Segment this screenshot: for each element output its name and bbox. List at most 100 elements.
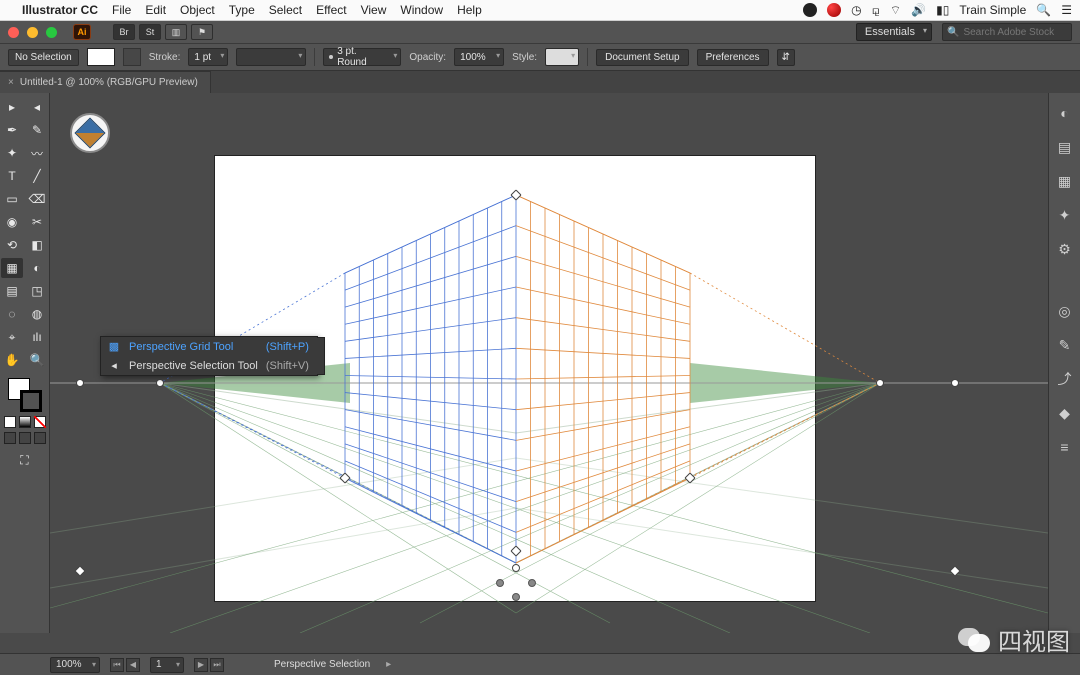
canvas[interactable]: ▩ Perspective Grid Tool (Shift+P) ◂ Pers… <box>50 93 1048 633</box>
window-minimize-icon[interactable] <box>27 27 38 38</box>
workspace-switcher[interactable]: Essentials <box>856 23 932 41</box>
stock-button[interactable]: St <box>139 24 161 40</box>
gpu-toggle-button[interactable]: ⚑ <box>191 24 213 40</box>
draw-inside[interactable] <box>34 432 46 444</box>
tool-button[interactable]: ◉ <box>1 212 23 232</box>
preferences-button[interactable]: Preferences <box>697 49 769 66</box>
ground-handle-left[interactable] <box>74 565 85 576</box>
arrange-documents-button[interactable]: ▥ <box>165 24 187 40</box>
document-tab[interactable]: × Untitled-1 @ 100% (RGB/GPU Preview) <box>0 71 211 93</box>
artboard-prev-button[interactable]: ◀ <box>126 658 140 672</box>
tool-button[interactable]: ✒ <box>1 120 23 140</box>
close-tab-icon[interactable]: × <box>8 77 14 88</box>
fill-menu[interactable] <box>123 48 141 66</box>
status-menu-icon[interactable]: ▸ <box>386 659 391 670</box>
document-setup-button[interactable]: Document Setup <box>596 49 689 66</box>
clock-icon[interactable]: ◷ <box>851 3 861 17</box>
menubar-icon[interactable] <box>827 3 841 17</box>
bluetooth-icon[interactable]: ⚼ <box>872 3 880 18</box>
tool-button[interactable]: 🔍 <box>26 350 48 370</box>
tool-button[interactable]: ⟲ <box>1 235 23 255</box>
color-mode-none[interactable] <box>34 416 46 428</box>
menu-help[interactable]: Help <box>457 3 482 17</box>
tool-button[interactable]: ◧ <box>26 235 48 255</box>
right-vanishing-point[interactable] <box>876 379 884 387</box>
brush-definition[interactable]: 3 pt. Round <box>323 48 401 66</box>
grid-handle-cell-left[interactable] <box>496 579 504 587</box>
spotlight-icon[interactable]: 🔍 <box>1036 3 1051 17</box>
panel-dock-icon[interactable]: ⤴ <box>1055 369 1075 389</box>
tool-button[interactable]: 〰 <box>26 143 48 163</box>
panel-dock-icon[interactable]: ⚙ <box>1055 239 1075 259</box>
wifi-icon[interactable]: ⌔ <box>890 3 901 18</box>
tool-button[interactable]: ılı <box>26 327 48 347</box>
color-mode-gradient[interactable] <box>19 416 31 428</box>
left-vanishing-point[interactable] <box>156 379 164 387</box>
panel-dock-icon[interactable]: ≡ <box>1055 437 1075 457</box>
horizon-handle-right[interactable] <box>951 379 959 387</box>
grid-handle-origin[interactable] <box>512 564 520 572</box>
opacity-input[interactable]: 100% <box>454 48 504 66</box>
stock-search-input[interactable]: 🔍Search Adobe Stock <box>942 23 1072 41</box>
panel-dock-icon[interactable]: ▤ <box>1055 137 1075 157</box>
panel-dock-icon[interactable]: ◆ <box>1055 403 1075 423</box>
user-name[interactable]: Train Simple <box>959 3 1026 17</box>
fill-swatch[interactable] <box>87 48 115 66</box>
artboard-last-button[interactable]: ⏭ <box>210 658 224 672</box>
tool-button[interactable]: ◳ <box>26 281 48 301</box>
bridge-button[interactable]: Br <box>113 24 135 40</box>
tool-button[interactable]: ▸ <box>1 97 23 117</box>
menu-edit[interactable]: Edit <box>145 3 166 17</box>
artboard-index[interactable]: 1 <box>150 657 184 673</box>
color-mode-solid[interactable] <box>4 416 16 428</box>
artboard-next-button[interactable]: ▶ <box>194 658 208 672</box>
grid-handle-cell-bottom[interactable] <box>512 593 520 601</box>
align-options-button[interactable]: ⇵ <box>777 49 795 66</box>
draw-behind[interactable] <box>19 432 31 444</box>
tool-button[interactable]: ◍ <box>26 304 48 324</box>
tool-button[interactable]: ✦ <box>1 143 23 163</box>
ground-handle-right[interactable] <box>949 565 960 576</box>
draw-normal[interactable] <box>4 432 16 444</box>
tool-button[interactable]: ╱ <box>26 166 48 186</box>
flyout-item-perspective-grid[interactable]: ▩ Perspective Grid Tool (Shift+P) <box>101 337 317 356</box>
tool-button[interactable]: ✂ <box>26 212 48 232</box>
window-zoom-icon[interactable] <box>46 27 57 38</box>
menu-effect[interactable]: Effect <box>316 3 346 17</box>
tool-button[interactable]: ▭ <box>1 189 23 209</box>
plane-switch-widget[interactable] <box>70 113 110 153</box>
fill-stroke-control[interactable] <box>8 378 42 412</box>
tool-button[interactable]: ⌖ <box>1 327 23 347</box>
tool-button[interactable]: ⌫ <box>26 189 48 209</box>
window-close-icon[interactable] <box>8 27 19 38</box>
tool-button[interactable]: ▦ <box>1 258 23 278</box>
graphic-style[interactable] <box>545 48 579 66</box>
tool-button[interactable]: T <box>1 166 23 186</box>
tool-button[interactable]: ✋ <box>1 350 23 370</box>
variable-width-profile[interactable] <box>236 48 306 66</box>
app-name[interactable]: Illustrator CC <box>22 3 98 17</box>
tool-button[interactable]: ✎ <box>26 120 48 140</box>
stroke-color-swatch[interactable] <box>20 390 42 412</box>
menu-object[interactable]: Object <box>180 3 215 17</box>
battery-icon[interactable]: ▮▯ <box>936 3 949 17</box>
menu-window[interactable]: Window <box>400 3 443 17</box>
panel-dock-icon[interactable]: ◐ <box>1055 103 1075 123</box>
tool-button[interactable]: ◂ <box>26 97 48 117</box>
panel-dock-icon[interactable]: ▦ <box>1055 171 1075 191</box>
flyout-item-perspective-selection[interactable]: ◂ Perspective Selection Tool (Shift+V) <box>101 356 317 375</box>
menubar-icon[interactable] <box>803 3 817 17</box>
panel-dock-icon[interactable]: ✎ <box>1055 335 1075 355</box>
panel-dock-icon[interactable]: ✦ <box>1055 205 1075 225</box>
horizon-handle-left[interactable] <box>76 379 84 387</box>
artboard-first-button[interactable]: ⏮ <box>110 658 124 672</box>
flyout-tearoff-handle[interactable] <box>317 337 325 375</box>
tool-button[interactable]: ◐ <box>26 258 48 278</box>
menu-select[interactable]: Select <box>269 3 302 17</box>
volume-icon[interactable]: 🔊 <box>911 3 926 17</box>
tool-button[interactable]: ◌ <box>1 304 23 324</box>
grid-handle-cell-right[interactable] <box>528 579 536 587</box>
menu-view[interactable]: View <box>361 3 387 17</box>
tool-button[interactable]: ▤ <box>1 281 23 301</box>
menu-file[interactable]: File <box>112 3 131 17</box>
